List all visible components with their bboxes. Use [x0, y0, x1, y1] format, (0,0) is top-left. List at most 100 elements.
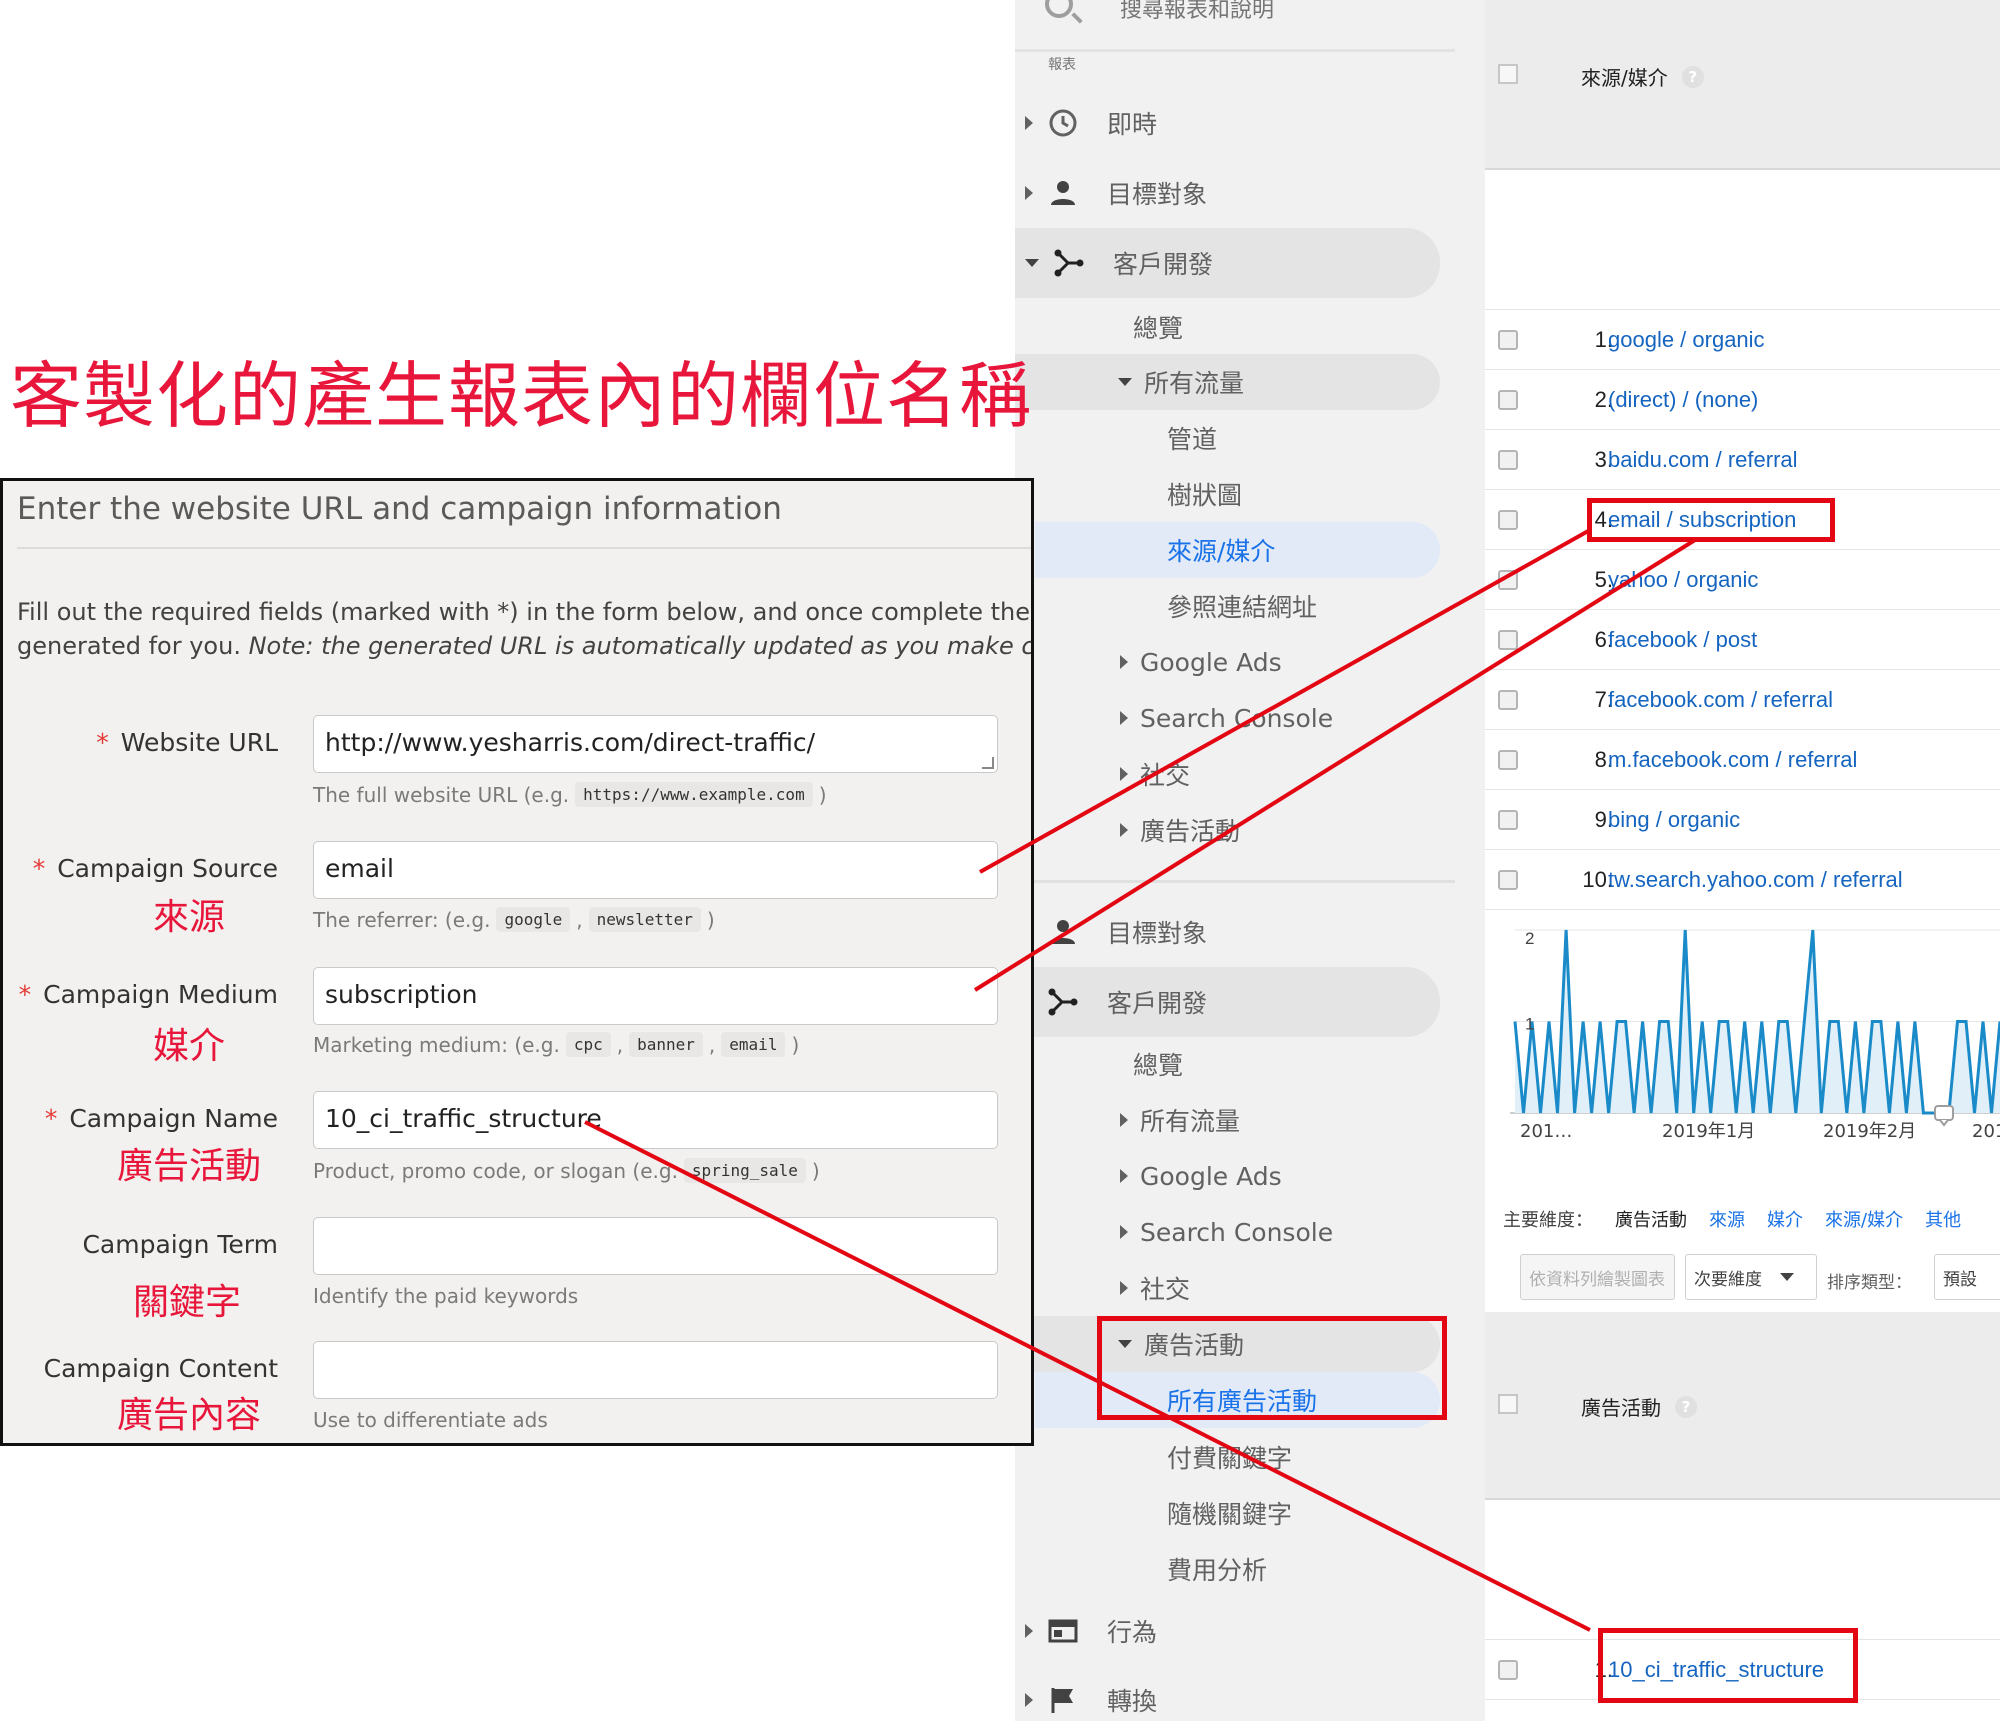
nav-item-google-ads-2[interactable]: Google Ads — [1120, 1146, 1440, 1206]
help-icon[interactable]: ? — [1675, 1395, 1697, 1418]
nav-item-acquisition[interactable]: 客戶開發 — [1015, 228, 1440, 298]
table-row: 3. baidu.com / referral — [1485, 430, 2000, 490]
campaign-medium-help: Marketing medium: (e.g. cpc , banner , e… — [313, 1032, 799, 1057]
row-checkbox[interactable] — [1498, 510, 1518, 530]
nav-item-organic-keywords[interactable]: 隨機關鍵字 — [1167, 1483, 1437, 1543]
nav-item-realtime[interactable]: 即時 — [1025, 93, 1455, 153]
row-checkbox[interactable] — [1498, 570, 1518, 590]
nav-label: Search Console — [1140, 703, 1334, 733]
nav-item-campaigns[interactable]: 廣告活動 — [1120, 800, 1440, 860]
row-source-medium-link[interactable]: bing / organic — [1608, 807, 1740, 833]
row-checkbox[interactable] — [1498, 450, 1518, 470]
campaign-name-field[interactable]: 10_ci_traffic_structure — [313, 1091, 998, 1149]
help-comma: , — [616, 1032, 624, 1057]
primary-dimension-other[interactable]: 其他 — [1925, 1206, 1961, 1232]
nav-item-search-console-2[interactable]: Search Console — [1120, 1202, 1440, 1262]
row-checkbox[interactable] — [1498, 870, 1518, 890]
nav-item-social[interactable]: 社交 — [1120, 744, 1440, 804]
nav-item-overview-2[interactable]: 總覽 — [1133, 1034, 1433, 1094]
row-checkbox[interactable] — [1498, 750, 1518, 770]
select-all-checkbox[interactable] — [1498, 1394, 1518, 1414]
row-source-medium-link[interactable]: email / subscription — [1608, 507, 1796, 533]
row-source-medium-link[interactable]: google / organic — [1608, 327, 1765, 353]
nav-label: 隨機關鍵字 — [1167, 1500, 1293, 1529]
nav-item-referrals[interactable]: 參照連結網址 — [1167, 576, 1437, 636]
clock-icon — [1047, 107, 1079, 139]
column-header[interactable]: 廣告活動 ? — [1581, 1392, 1697, 1421]
row-source-medium-link[interactable]: yahoo / organic — [1608, 567, 1758, 593]
nav-item-social-2[interactable]: 社交 — [1120, 1258, 1440, 1318]
chart-y-tick-label: 1 — [1525, 1015, 1534, 1034]
nav-item-all-traffic-2[interactable]: 所有流量 — [1120, 1090, 1440, 1150]
search-icon[interactable] — [1045, 0, 1073, 18]
nav-item-treemaps[interactable]: 樹狀圖 — [1167, 464, 1437, 524]
primary-dimension-medium[interactable]: 媒介 — [1767, 1206, 1803, 1232]
campaign-content-field[interactable] — [313, 1341, 998, 1399]
nav-label: 廣告活動 — [1140, 817, 1241, 846]
row-checkbox[interactable] — [1498, 630, 1518, 650]
campaign-url-builder-form: Enter the website URL and campaign infor… — [0, 478, 1034, 1446]
help-icon[interactable]: ? — [1681, 65, 1704, 88]
help-comma: , — [708, 1032, 716, 1057]
nav-label: Search Console — [1140, 1217, 1334, 1247]
page-headline: 客製化的產生報表內的欄位名稱 — [10, 354, 1033, 438]
nav-item-overview[interactable]: 總覽 — [1133, 297, 1433, 357]
row-source-medium-link[interactable]: baidu.com / referral — [1608, 447, 1798, 473]
sort-type-dropdown[interactable]: 預設 — [1934, 1254, 2000, 1300]
example-code: cpc — [565, 1032, 611, 1057]
campaign-term-label: Campaign Term — [82, 1230, 278, 1259]
nav-item-behavior[interactable]: 行為 — [1025, 1601, 1455, 1661]
nav-label: Google Ads — [1140, 1161, 1282, 1191]
primary-dimension-selected: 廣告活動 — [1615, 1210, 1687, 1231]
row-checkbox[interactable] — [1498, 1660, 1518, 1680]
nav-item-paid-keywords[interactable]: 付費關鍵字 — [1167, 1427, 1437, 1487]
nav-item-audience[interactable]: 目標對象 — [1025, 163, 1455, 223]
select-all-checkbox[interactable] — [1498, 64, 1518, 84]
nav-item-campaigns-2[interactable]: 廣告活動 — [1015, 1316, 1440, 1372]
nav-item-acquisition-2[interactable]: 客戶開發 — [1015, 967, 1440, 1037]
campaign-name-label-text: Campaign Name — [69, 1104, 278, 1133]
nav-item-all-campaigns[interactable]: 所有廣告活動 — [1035, 1372, 1440, 1428]
nav-item-cost-analysis[interactable]: 費用分析 — [1167, 1539, 1437, 1599]
chart-x-tick-label: 2019年1月 — [1662, 1121, 1755, 1142]
campaign-term-field[interactable] — [313, 1217, 998, 1275]
nav-item-all-traffic[interactable]: 所有流量 — [1015, 354, 1440, 410]
nav-item-google-ads[interactable]: Google Ads — [1120, 632, 1440, 692]
row-source-medium-link[interactable]: facebook.com / referral — [1608, 687, 1833, 713]
secondary-dimension-dropdown[interactable]: 次要維度 — [1685, 1254, 1817, 1300]
column-header[interactable]: 來源/媒介 ? — [1581, 62, 1704, 91]
nav-item-search-console[interactable]: Search Console — [1120, 688, 1440, 748]
row-campaign-link[interactable]: 10_ci_traffic_structure — [1608, 1657, 1824, 1683]
behavior-icon — [1047, 1615, 1079, 1647]
primary-dimension-source-medium[interactable]: 來源/媒介 — [1825, 1206, 1903, 1232]
resize-handle-icon[interactable] — [982, 757, 994, 769]
form-description-line2: generated for you. Note: the generated U… — [17, 629, 1031, 663]
row-source-medium-link[interactable]: (direct) / (none) — [1608, 387, 1758, 413]
required-marker: * — [18, 980, 32, 1009]
campaign-medium-value: subscription — [325, 980, 478, 1009]
row-source-medium-link[interactable]: facebook / post — [1608, 627, 1757, 653]
row-source-medium-link[interactable]: tw.search.yahoo.com / referral — [1608, 867, 1903, 893]
report-table-panel: 來源/媒介 ? 1. google / organic 2. (direct) / (… — [1485, 0, 2000, 1721]
help-close-paren: ) — [706, 907, 715, 932]
campaign-medium-field[interactable]: subscription — [313, 967, 998, 1025]
row-source-medium-link[interactable]: m.facebook.com / referral — [1608, 747, 1857, 773]
nav-label: 轉換 — [1107, 1687, 1158, 1716]
nav-item-conversions[interactable]: 轉換 — [1025, 1670, 1455, 1721]
nav-item-audience-2[interactable]: 目標對象 — [1025, 902, 1455, 962]
row-checkbox[interactable] — [1498, 390, 1518, 410]
report-search[interactable]: 搜尋報表和說明 — [1015, 0, 1455, 52]
row-checkbox[interactable] — [1498, 810, 1518, 830]
row-checkbox[interactable] — [1498, 330, 1518, 350]
plot-rows-button[interactable]: 依資料列繪製圖表 — [1520, 1254, 1675, 1300]
primary-dimension-source[interactable]: 來源 — [1709, 1206, 1745, 1232]
row-checkbox[interactable] — [1498, 690, 1518, 710]
nav-item-source-medium[interactable]: 來源/媒介 — [1035, 522, 1440, 578]
nav-item-channels[interactable]: 管道 — [1167, 408, 1437, 468]
campaign-source-field[interactable]: email — [313, 841, 998, 899]
campaign-medium-help-text: Marketing medium: (e.g. — [313, 1032, 560, 1057]
website-url-field[interactable]: http://www.yesharris.com/direct-traffic/ — [313, 715, 998, 773]
caret-right-icon — [1120, 1113, 1128, 1127]
table-row: 4. email / subscription — [1485, 490, 2000, 550]
annotation-icon[interactable] — [1934, 1105, 1954, 1127]
